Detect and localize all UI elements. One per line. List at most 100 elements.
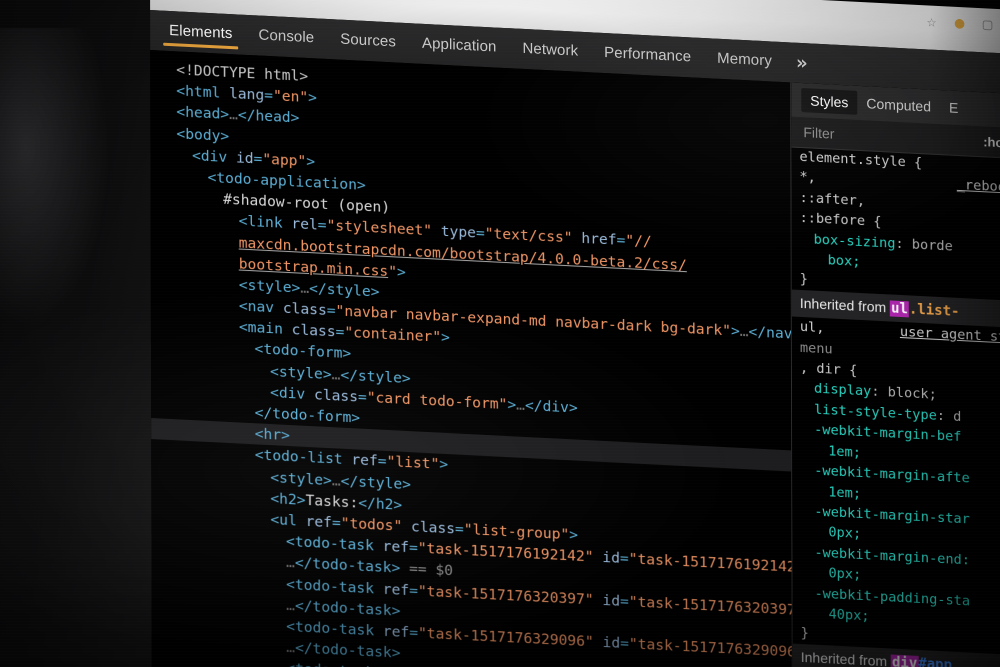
dom-token: id <box>602 549 620 567</box>
css-selector-text: *, <box>799 169 816 187</box>
dom-token: <nav <box>238 297 283 317</box>
css-property-value[interactable]: : block; <box>871 384 937 403</box>
dom-token: </todo-task> <box>295 639 401 662</box>
dom-token: > <box>730 322 740 340</box>
dom-tree[interactable]: <!DOCTYPE html> <html lang="en"> <head>…</… <box>150 50 792 667</box>
dom-token: <todo-task <box>286 575 383 598</box>
dom-token: <body> <box>176 124 230 145</box>
dom-token: <style> <box>270 468 332 489</box>
dom-token: id <box>235 149 254 167</box>
devtools-tab-application[interactable]: Application <box>409 23 510 68</box>
dom-token <box>594 591 603 608</box>
dom-token: <head> <box>176 103 230 124</box>
dom-token: </div> <box>524 396 578 417</box>
dom-token <box>594 633 603 650</box>
dom-token: Tasks: <box>305 491 359 512</box>
dom-token: = <box>357 388 367 406</box>
css-selector-text: ul, <box>799 319 825 337</box>
dom-token: <hr> <box>254 425 290 445</box>
dom-token: class <box>291 321 336 341</box>
dom-token: "stylesheet" <box>326 217 432 240</box>
dom-token: <div <box>191 146 236 167</box>
css-property-value[interactable]: : borde <box>895 235 952 254</box>
dom-token: <todo-task <box>286 617 383 640</box>
dom-token <box>573 230 582 247</box>
styles-tab-styles[interactable]: Styles <box>801 87 858 115</box>
bookmark-star-icon[interactable]: ☆ <box>923 11 940 30</box>
dom-token: <html <box>176 82 230 103</box>
css-source-link[interactable]: _reboot.s <box>957 175 1000 199</box>
dom-token: > <box>396 263 406 281</box>
dom-token: <todo-form> <box>254 340 352 363</box>
dom-token: <ul <box>270 511 306 530</box>
dom-token: > <box>569 526 579 544</box>
dom-token: id <box>602 591 621 610</box>
dom-token: <todo-task <box>285 533 383 555</box>
inherited-label: Inherited from <box>800 648 892 667</box>
inherited-class-chip: .list- <box>908 301 960 320</box>
dom-token: ref <box>351 451 378 470</box>
dom-token: </h2> <box>358 494 403 514</box>
devtools-tab-memory[interactable]: Memory <box>704 38 785 82</box>
dom-token: <div <box>270 383 315 404</box>
dom-token: > <box>441 328 450 347</box>
dom-token: <todo-list <box>254 446 352 469</box>
dom-token: <style> <box>238 276 301 297</box>
dom-token: <link <box>238 212 292 233</box>
css-property-name[interactable]: box-sizing <box>814 231 896 251</box>
dom-token: == $0 <box>400 559 454 580</box>
inherited-label: Inherited from <box>799 294 891 316</box>
devtools-body: <!DOCTYPE html> <html lang="en"> <head>…</… <box>150 50 1000 667</box>
dom-token: > <box>306 152 316 171</box>
dom-token: > <box>507 395 517 414</box>
dom-token <box>594 549 603 566</box>
styles-tab-e[interactable]: E <box>940 95 967 120</box>
dom-token: > <box>308 89 317 107</box>
devtools-tab-sources[interactable]: Sources <box>327 19 409 63</box>
styles-rules-list[interactable]: element.style {*, _reboot.s::after,::befo… <box>791 146 1000 667</box>
extension-lock-icon[interactable]: ● <box>951 13 968 32</box>
dom-token: <h2> <box>270 489 306 509</box>
styles-sidebar-pane[interactable]: StylesComputedE Filter :hov.cls element.… <box>791 82 1000 667</box>
dom-token: = <box>619 592 629 610</box>
devtools-tab-console[interactable]: Console <box>245 15 327 59</box>
styles-tab-computed[interactable]: Computed <box>857 91 940 119</box>
inherited-tag-chip: ul <box>890 300 909 318</box>
dom-token: "text/css" <box>484 225 573 247</box>
dom-token: "list" <box>386 453 440 474</box>
dom-token: </head> <box>237 106 300 127</box>
dom-token: lang <box>229 85 265 104</box>
dom-token: = <box>616 231 626 250</box>
dom-token: type <box>440 223 476 242</box>
elements-dom-tree-pane[interactable]: <!DOCTYPE html> <html lang="en"> <head>…</… <box>150 50 792 667</box>
css-property-value[interactable]: : d <box>937 408 962 425</box>
styles-state-toggles[interactable]: :hov.cls <box>983 134 1000 152</box>
dom-token: class <box>282 299 327 320</box>
devtools-tab-performance[interactable]: Performance <box>591 32 704 78</box>
devtools-tab-elements[interactable]: Elements <box>156 10 245 55</box>
styles-toggle-hov[interactable]: :hov <box>983 134 1000 150</box>
more-tabs-icon[interactable]: » <box>785 42 819 84</box>
dom-token: = <box>620 634 629 653</box>
dom-token: ref <box>382 622 410 642</box>
dom-token: </style> <box>309 279 380 301</box>
dom-token: " <box>388 262 397 281</box>
css-property-name[interactable]: display <box>814 381 871 400</box>
dom-token: "container" <box>344 324 442 346</box>
inherited-id-chip: #app <box>918 655 953 667</box>
dom-token: = <box>475 224 485 243</box>
styles-filter-input[interactable]: Filter <box>803 124 834 142</box>
dom-token: "app" <box>262 150 307 170</box>
dom-token: rel <box>291 215 318 234</box>
dom-token <box>432 223 441 240</box>
devtools-tab-network[interactable]: Network <box>509 28 591 72</box>
dom-token: </style> <box>340 366 411 387</box>
dom-token: = <box>619 549 629 568</box>
dom-token: ref <box>382 537 410 557</box>
dom-token: … <box>229 106 238 124</box>
dom-token: </style> <box>340 472 411 493</box>
cast-icon[interactable]: ▢ <box>979 14 996 33</box>
dom-token <box>402 518 411 535</box>
browser-window: ☆●▢● ElementsConsoleSourcesApplicationNe… <box>150 0 1000 667</box>
dom-token: … <box>739 322 749 341</box>
